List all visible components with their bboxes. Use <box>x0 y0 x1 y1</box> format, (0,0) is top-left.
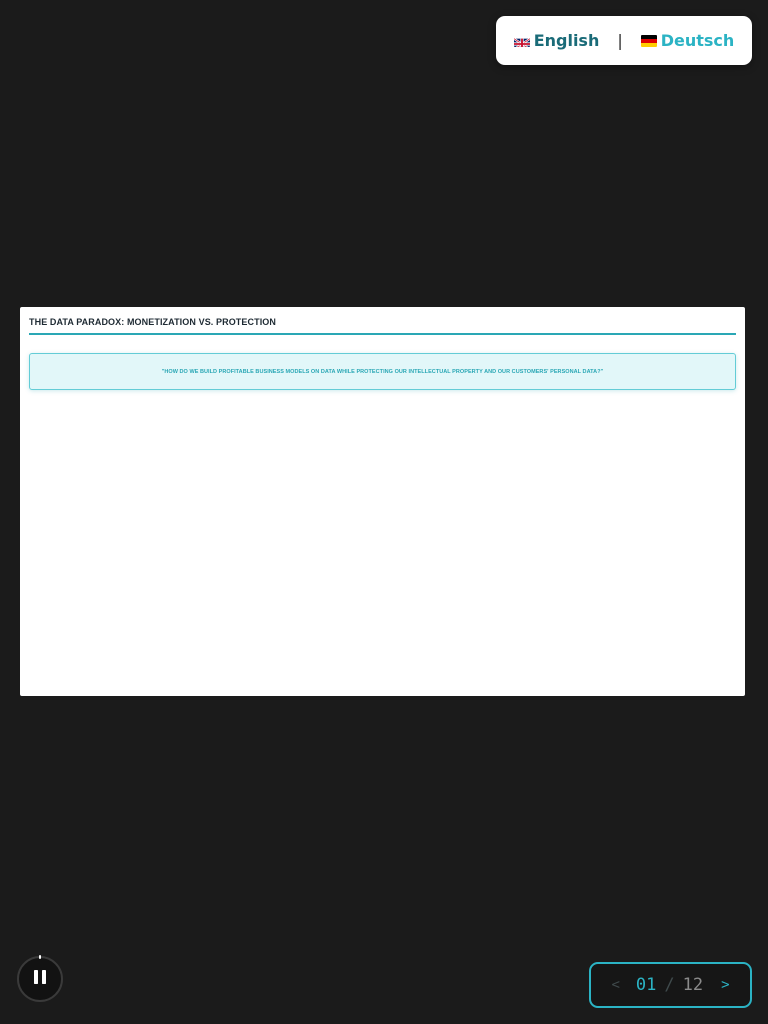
language-separator: | <box>617 31 623 50</box>
slide-canvas: THE DATA PARADOX: MONETIZATION VS. PROTE… <box>20 307 745 696</box>
language-option-deutsch[interactable]: Deutsch <box>640 31 735 50</box>
germany-flag-icon <box>640 34 657 47</box>
pause-button[interactable] <box>17 956 63 1002</box>
slide-pagination: < 01 / 12 > <box>589 962 752 1008</box>
language-label-deutsch: Deutsch <box>660 31 735 50</box>
key-question-text: "HOW DO WE BUILD PROFITABLE BUSINESS MOD… <box>161 368 604 375</box>
language-label-english: English <box>533 31 600 50</box>
title-divider <box>29 333 736 335</box>
total-slide-count: 12 <box>682 975 704 995</box>
pause-icon <box>33 969 47 990</box>
current-slide-number: 01 <box>635 975 657 995</box>
next-slide-button[interactable]: > <box>721 977 729 993</box>
language-option-english[interactable]: English <box>513 31 600 50</box>
key-question-box: "HOW DO WE BUILD PROFITABLE BUSINESS MOD… <box>29 353 736 390</box>
pagination-separator: / <box>664 975 675 995</box>
previous-slide-button[interactable]: < <box>611 977 619 993</box>
autoplay-progress-indicator <box>39 955 41 959</box>
slide-title: THE DATA PARADOX: MONETIZATION VS. PROTE… <box>29 317 276 327</box>
uk-flag-icon <box>513 35 530 47</box>
language-switcher: English | Deutsch <box>496 16 752 65</box>
